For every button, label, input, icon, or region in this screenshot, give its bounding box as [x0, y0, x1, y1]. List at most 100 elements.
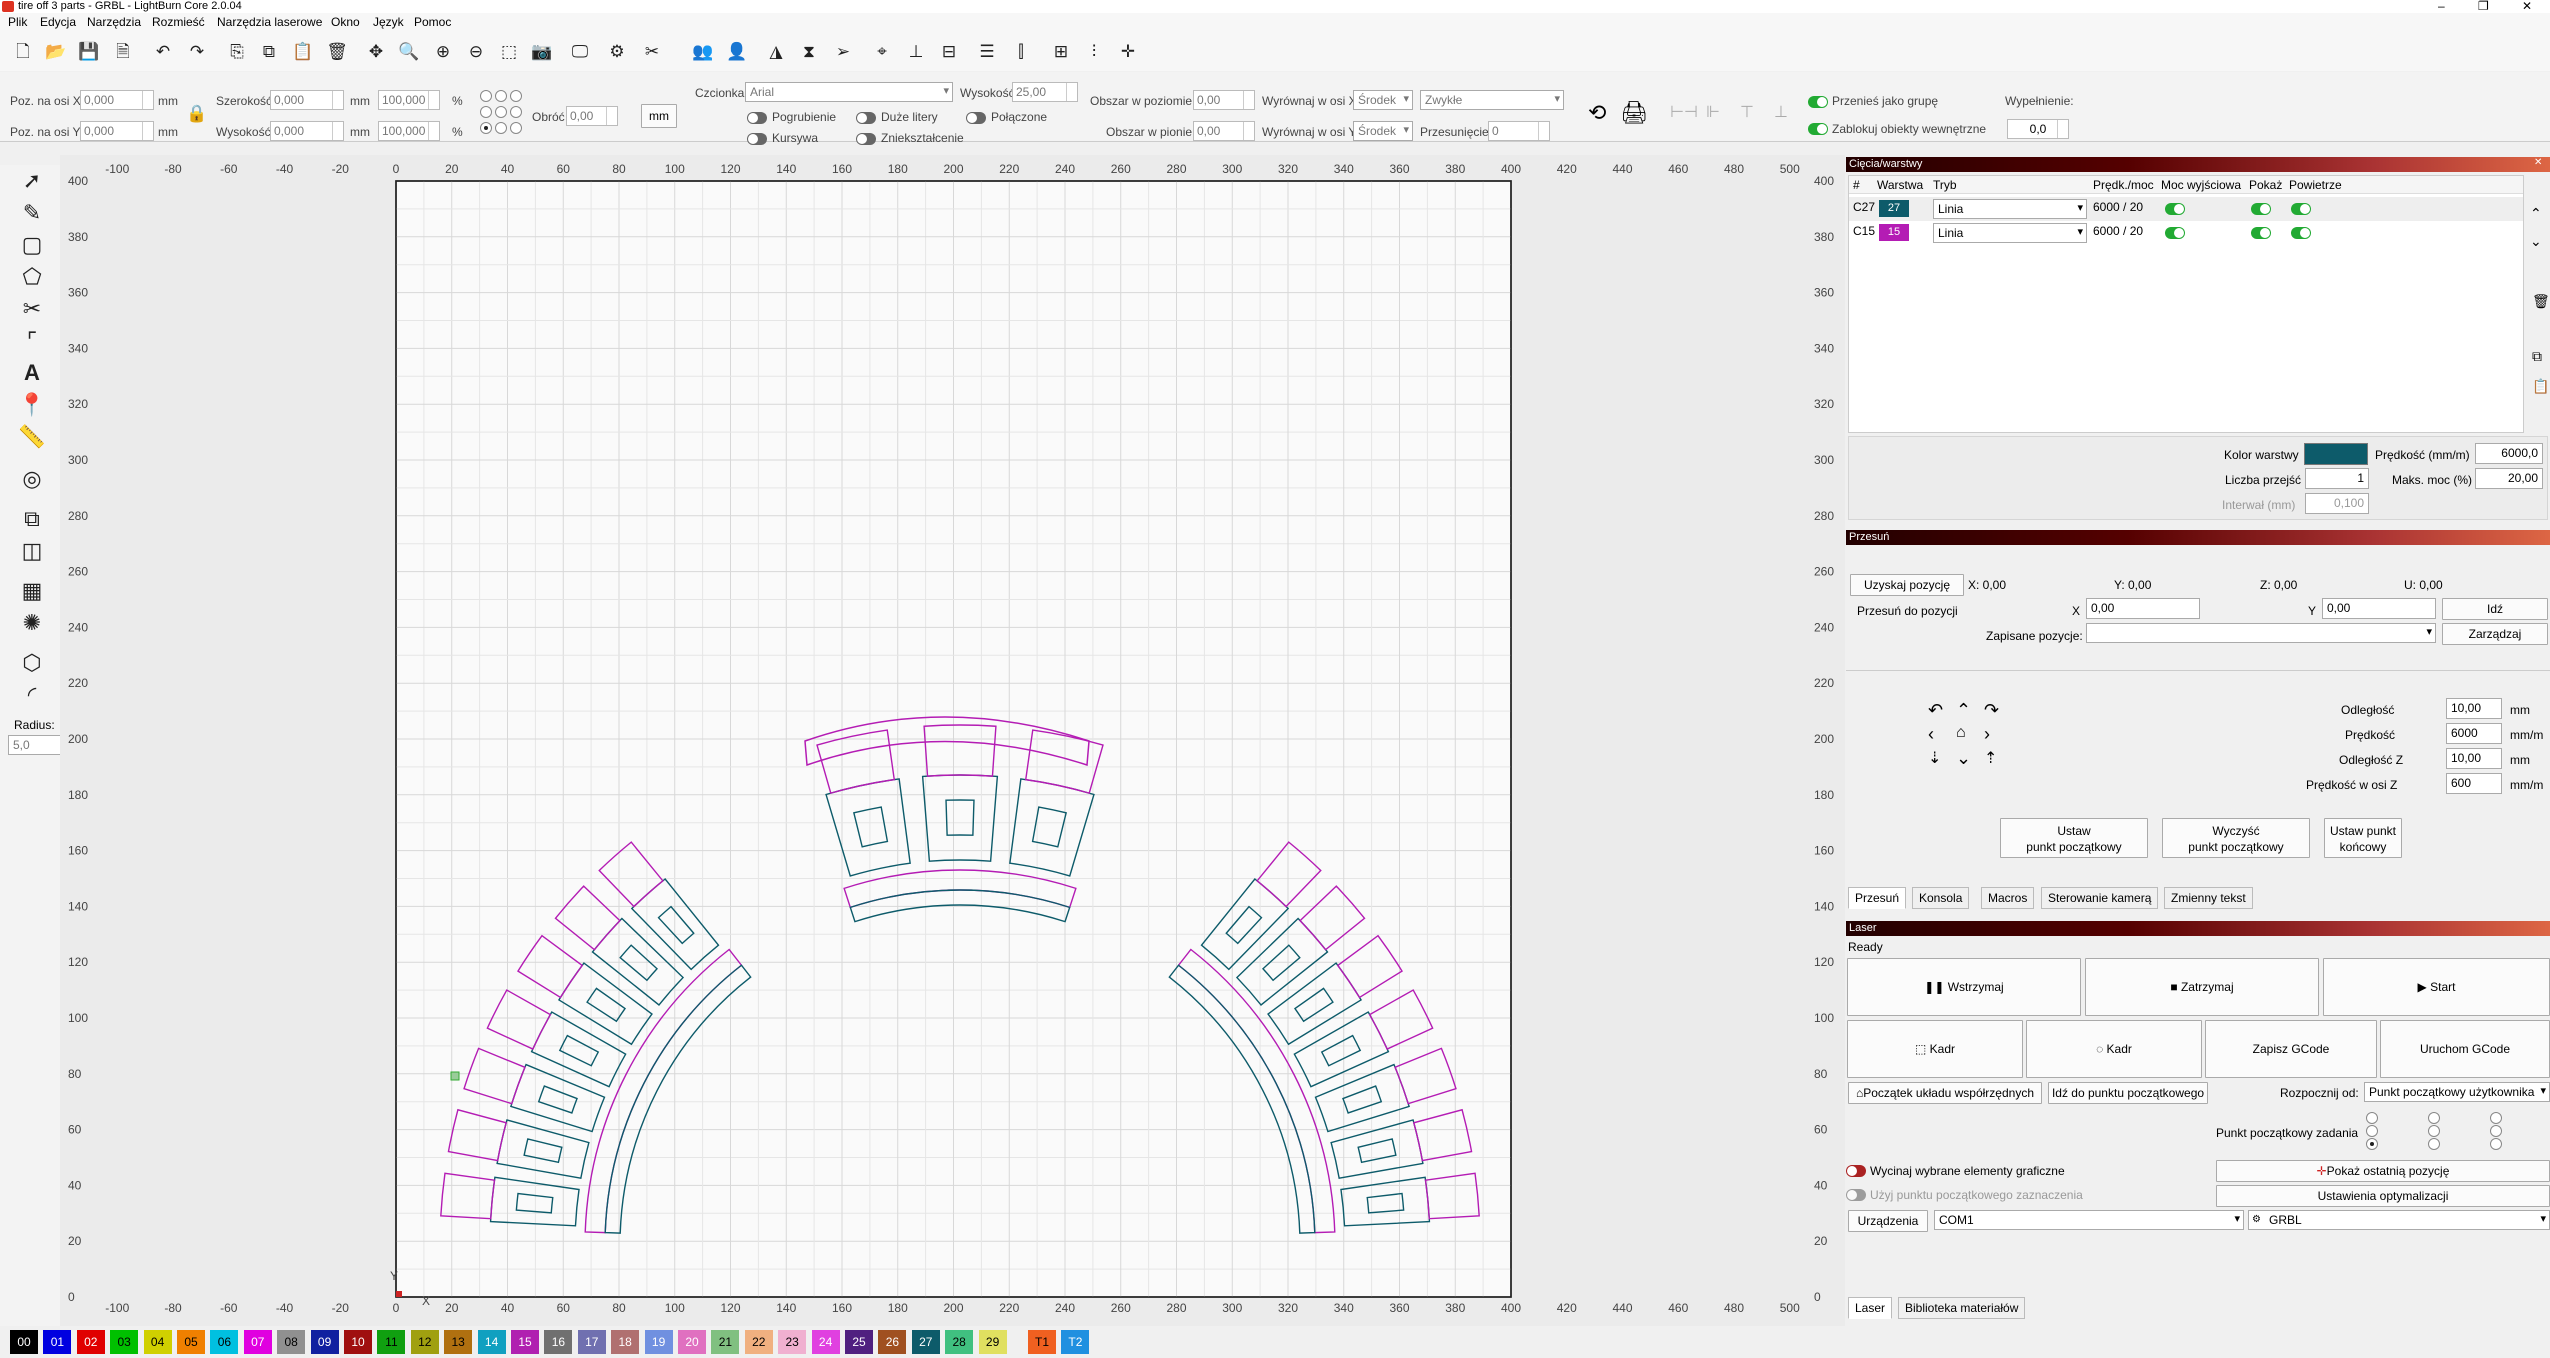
align-hcenter-icon[interactable]: ⊩	[1706, 102, 1720, 122]
get-position-button[interactable]: Uzyskaj pozycję	[1850, 574, 1964, 596]
move-x-input[interactable]: 0,00	[2086, 598, 2200, 619]
fill-input[interactable]: 0,0	[2007, 119, 2069, 139]
edit-nodes-icon[interactable]: ✎	[18, 199, 46, 227]
tab-console[interactable]: Konsola	[1912, 887, 1970, 909]
jog-right-icon[interactable]: ›	[1984, 724, 1990, 745]
zoom-fit-icon[interactable]: 🔍	[398, 41, 420, 63]
palette-swatch-16[interactable]: 16	[544, 1330, 573, 1354]
center-target-icon[interactable]: ⌖	[871, 41, 893, 63]
tab-laser[interactable]: Laser	[1848, 1297, 1893, 1319]
menu-language[interactable]: Język	[373, 15, 404, 29]
frame-icon[interactable]: ⌜	[18, 327, 46, 355]
start-button[interactable]: ▶ Start	[2323, 958, 2550, 1016]
delete-layer-icon[interactable]: 🗑	[2532, 293, 2550, 310]
z-down-icon[interactable]: ⇣	[1928, 748, 1941, 768]
palette-swatch-T1[interactable]: T1	[1028, 1330, 1056, 1354]
design-canvas[interactable]: -100 -80 -60 -40 -20 0 20 40 60 80 100 120 140 160 180…	[60, 155, 1845, 1327]
rotate-right-icon[interactable]: ↷	[1984, 700, 1999, 721]
caps-toggle[interactable]	[856, 112, 876, 124]
jog-down-icon[interactable]: ⌄	[1956, 748, 1971, 769]
palette-swatch-25[interactable]: 25	[845, 1330, 873, 1354]
palette-swatch-24[interactable]: 24	[811, 1330, 840, 1354]
speed-input[interactable]: 6000,0	[2475, 443, 2543, 464]
air-toggle[interactable]	[2291, 227, 2311, 239]
palette-swatch-28[interactable]: 28	[945, 1330, 974, 1354]
cut-selected-toggle[interactable]	[1846, 1165, 1866, 1177]
palette-swatch-27[interactable]: 27	[911, 1330, 940, 1354]
offset-shapes-icon[interactable]: ◎	[18, 465, 46, 493]
jog-left-icon[interactable]: ‹	[1928, 724, 1934, 745]
rotate-left-icon[interactable]: ↶	[1928, 700, 1943, 721]
z-distance-input[interactable]: 10,00	[2446, 748, 2502, 769]
menu-arrange[interactable]: Rozmieść	[152, 15, 205, 29]
tab-material-library[interactable]: Biblioteka materiałów	[1898, 1297, 2026, 1319]
saved-positions-select[interactable]	[2086, 623, 2436, 643]
home-icon[interactable]: ⌂	[1956, 724, 1966, 742]
layer-color-swatch[interactable]	[2304, 443, 2368, 465]
clear-origin-button[interactable]: Wyczyść punkt początkowy	[2162, 818, 2310, 858]
set-finish-button[interactable]: Ustaw punkt końcowy	[2324, 818, 2402, 858]
undo-icon[interactable]: ↶	[152, 41, 174, 63]
squeeze-toggle[interactable]	[856, 133, 876, 145]
use-selection-origin-toggle[interactable]	[1846, 1189, 1866, 1201]
tab-move[interactable]: Przesuń	[1848, 887, 1907, 909]
grid-array-icon[interactable]: ▦	[18, 577, 46, 605]
palette-swatch-20[interactable]: 20	[678, 1330, 706, 1354]
zoom-out-icon[interactable]: ⊖	[465, 41, 487, 63]
send-icon[interactable]: ➢	[832, 41, 854, 63]
start-from-select[interactable]: Punkt początkowy użytkownika	[2364, 1082, 2550, 1102]
move-group-toggle[interactable]	[1808, 96, 1828, 108]
palette-swatch-03[interactable]: 03	[110, 1330, 139, 1354]
redo-icon[interactable]: ↷	[186, 41, 208, 63]
device-settings-icon[interactable]: ✂	[641, 41, 663, 63]
paste-icon[interactable]: 📋	[292, 41, 314, 63]
mode-select[interactable]: Linia	[1933, 223, 2087, 243]
circular-array-icon[interactable]: ✺	[18, 609, 46, 637]
pause-button[interactable]: ❚❚ Wstrzymaj	[1847, 958, 2081, 1016]
stop-button[interactable]: ■ Zatrzymaj	[2085, 958, 2319, 1016]
maximize-icon[interactable]: ❐	[2478, 0, 2489, 13]
set-origin-button[interactable]: Ustaw punkt początkowy	[2000, 818, 2148, 858]
palette-swatch-15[interactable]: 15	[511, 1330, 539, 1354]
palette-swatch-21[interactable]: 21	[711, 1330, 740, 1354]
cuts-row[interactable]: C15 15 Linia 6000 / 20	[1849, 221, 2523, 245]
distance-input[interactable]: 10,00	[2446, 698, 2502, 719]
reverse-direction-icon[interactable]: ⟲	[1588, 100, 1606, 126]
height-input[interactable]: 0,000	[270, 121, 344, 141]
palette-swatch-T2[interactable]: T2	[1061, 1330, 1090, 1354]
menu-help[interactable]: Pomoc	[414, 15, 451, 29]
move-y-input[interactable]: 0,00	[2322, 598, 2436, 619]
copy-icon[interactable]: ⧉	[258, 41, 280, 63]
pos-y-input[interactable]: 0,000	[80, 121, 154, 141]
text-style-select[interactable]: Zwykłe	[1420, 90, 1564, 110]
device-select[interactable]: ⚙ GRBL	[2248, 1210, 2550, 1230]
menu-tools[interactable]: Narzędzia	[87, 15, 141, 29]
palette-swatch-09[interactable]: 09	[310, 1330, 339, 1354]
select-pointer-icon[interactable]: ➚	[18, 167, 46, 195]
palette-swatch-02[interactable]: 02	[76, 1330, 105, 1354]
palette-swatch-01[interactable]: 01	[43, 1330, 72, 1354]
optimization-settings-button[interactable]: Ustawienia optymalizacji	[2216, 1185, 2550, 1207]
go-origin-button[interactable]: Idź do punktu początkowego	[2048, 1082, 2208, 1104]
frame-circle-button[interactable]: ◌ Kadr	[2026, 1020, 2202, 1078]
save-icon[interactable]: 💾	[78, 41, 100, 63]
width-input[interactable]: 0,000	[270, 90, 344, 110]
palette-swatch-17[interactable]: 17	[577, 1330, 606, 1354]
rectangle-icon[interactable]: ▢	[18, 231, 46, 259]
show-last-position-button[interactable]: ✛Pokaż ostatnią pozycję	[2216, 1160, 2550, 1182]
mode-select[interactable]: Linia	[1933, 199, 2087, 219]
scale-width-input[interactable]: 100,000	[378, 90, 440, 110]
home-coords-button[interactable]: ⌂Początek układu współrzędnych	[1848, 1082, 2042, 1104]
align-left-icon[interactable]: ⊢⊣	[1670, 102, 1698, 122]
copy-layer-icon[interactable]: ⧉	[2532, 348, 2542, 365]
palette-swatch-04[interactable]: 04	[143, 1330, 172, 1354]
copy-settings-icon[interactable]: ⎘	[226, 41, 248, 63]
tab-camera-control[interactable]: Sterowanie kamerą	[2041, 887, 2159, 909]
radius-input[interactable]: 5,0	[8, 735, 62, 755]
boolean-union-icon[interactable]: ⧉	[18, 505, 46, 533]
distribute-center-icon[interactable]: ⫿	[1010, 41, 1032, 63]
layer-swatch[interactable]: 15	[1879, 224, 1909, 241]
panel-close-icon[interactable]: ✕	[2534, 157, 2550, 172]
align-bottom-icon[interactable]: ⊥	[905, 41, 927, 63]
move-layer-down-icon[interactable]: ⌄	[2530, 233, 2542, 250]
